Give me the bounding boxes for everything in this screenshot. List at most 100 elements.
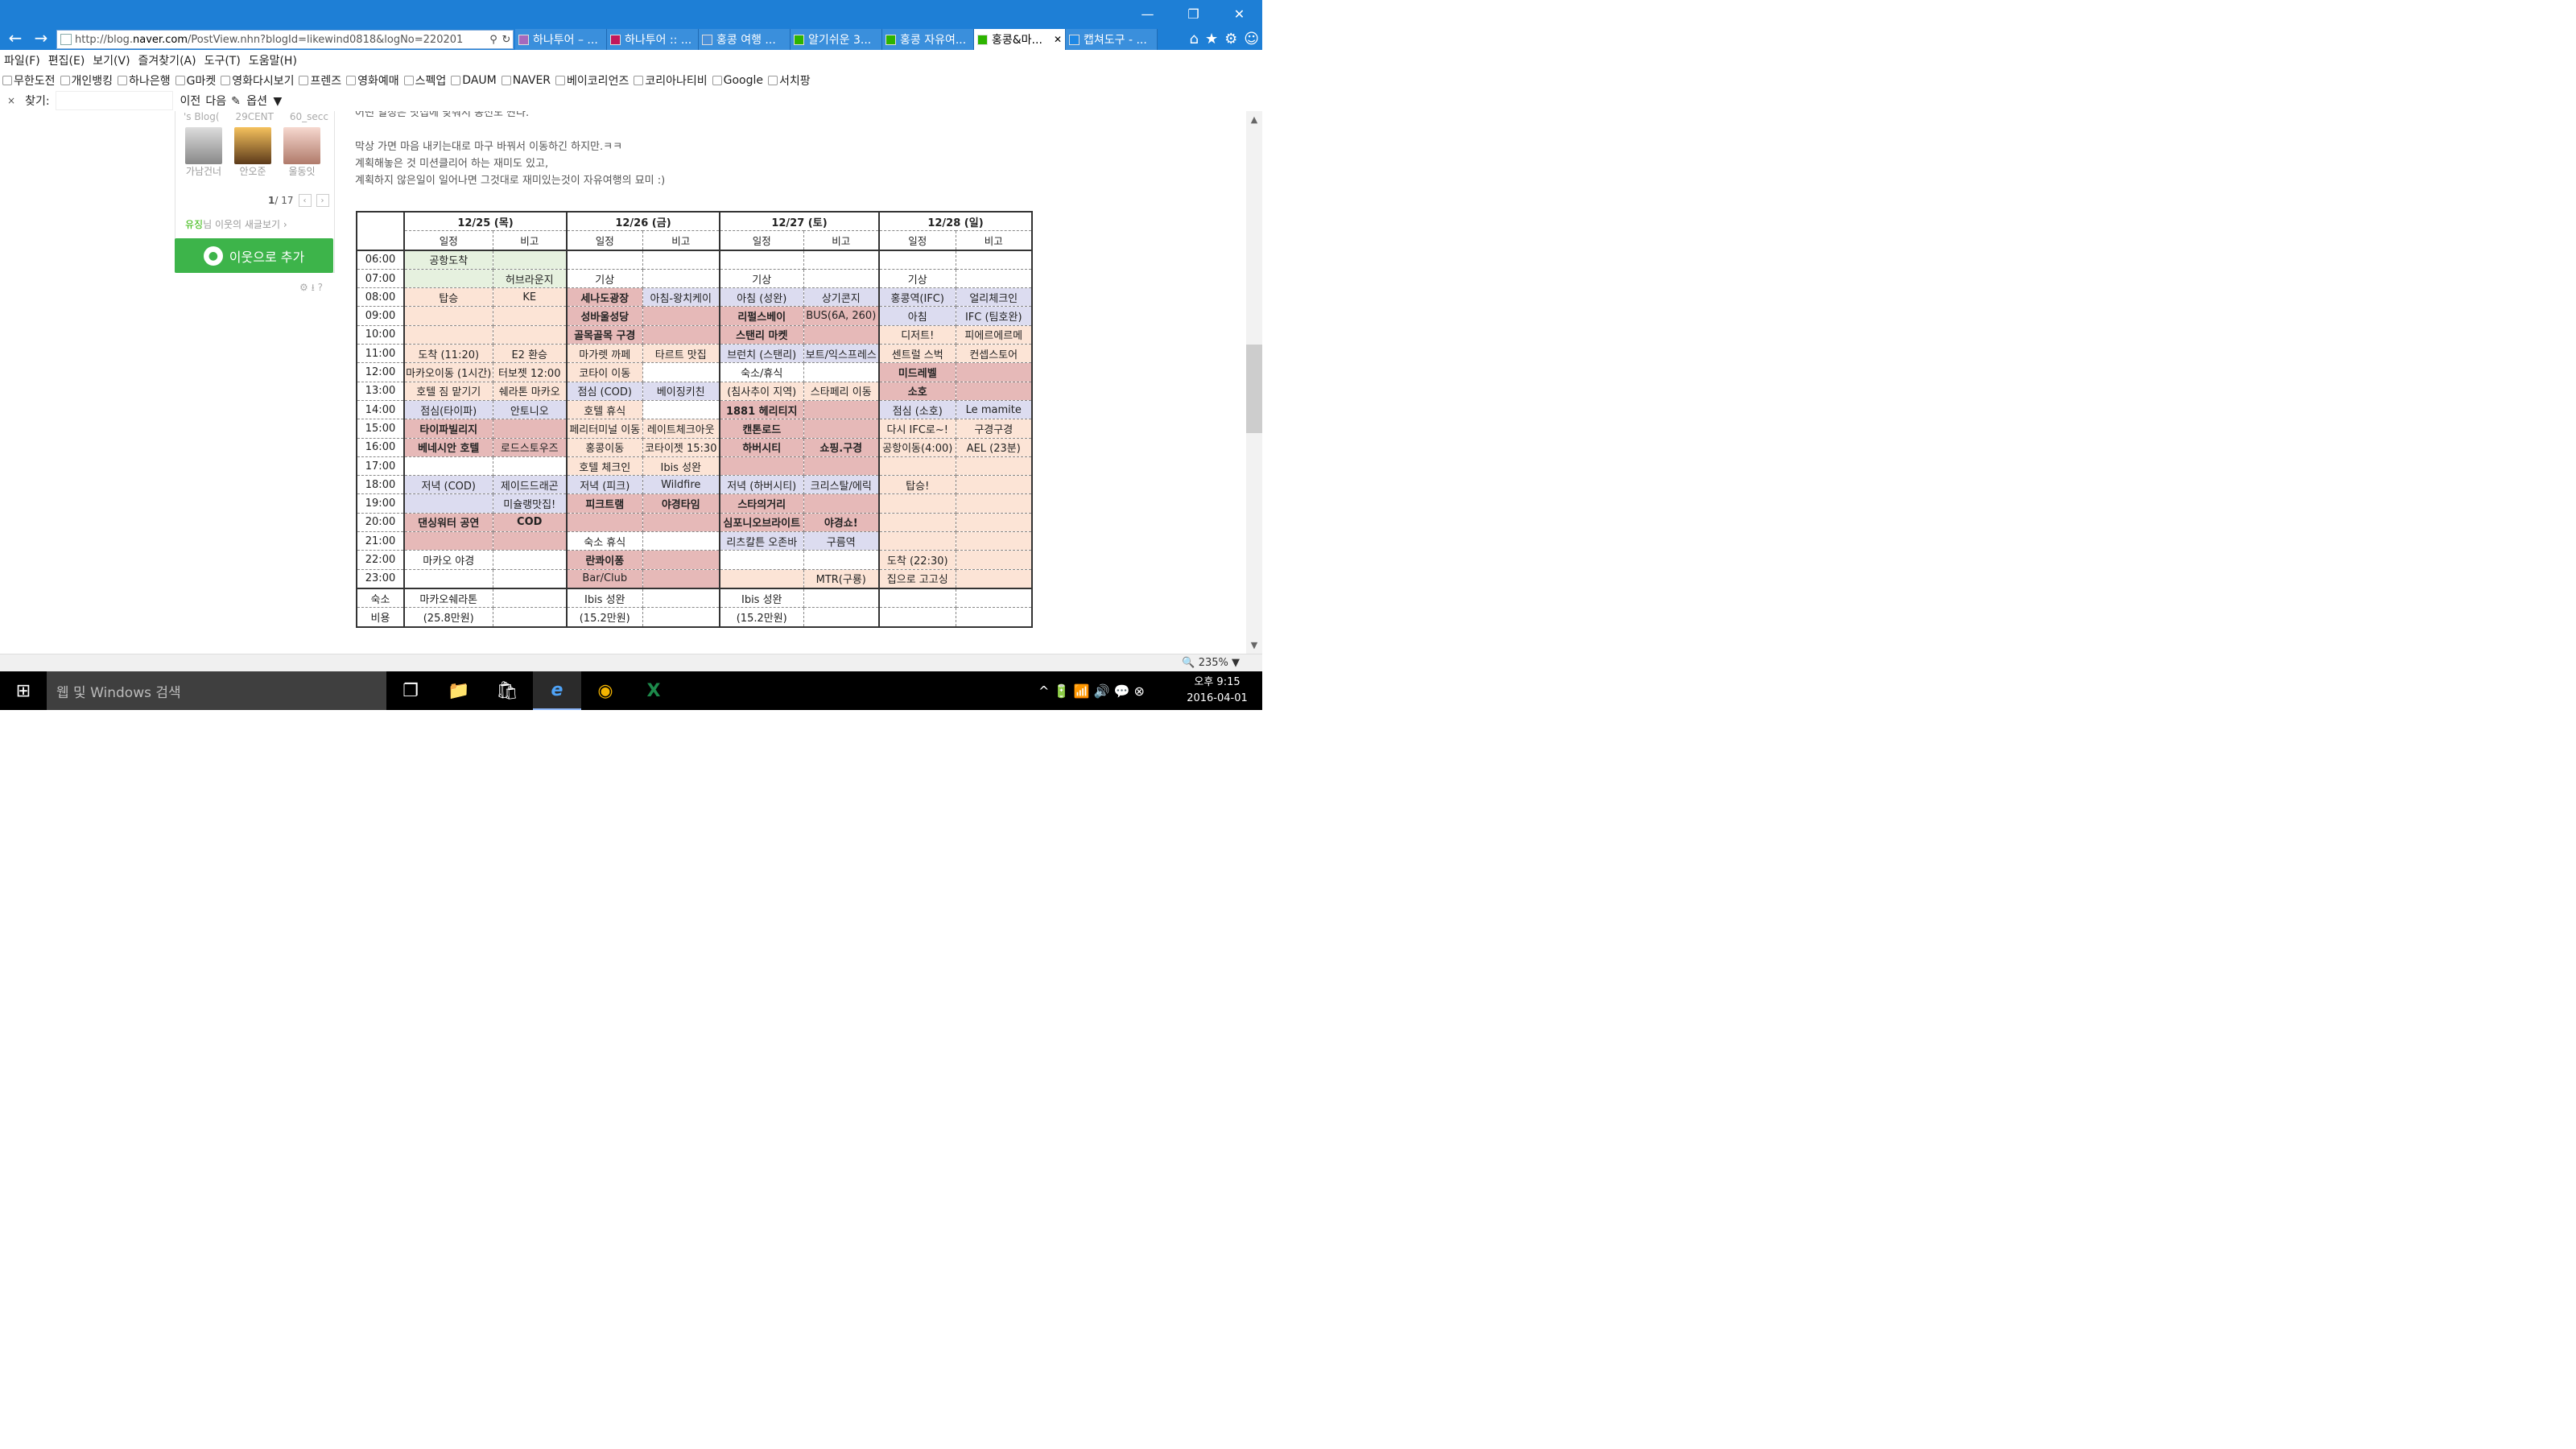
neighbor-avatar[interactable]: 가남건너 [185, 127, 222, 178]
menu-item[interactable]: 편집(E) [44, 52, 89, 68]
next-page-icon[interactable]: › [316, 194, 329, 207]
find-input[interactable] [55, 90, 173, 110]
neighbor-names-top: 's Blog( 29CENT 60_secc [184, 111, 328, 122]
chrome-icon[interactable]: ◉ [581, 671, 630, 710]
file-explorer-icon[interactable]: 📁 [435, 671, 483, 710]
tab-close-icon[interactable]: ✕ [1054, 34, 1062, 45]
schedule-row: 19:00 미슐랭맛집! 피크트램 야경타임 스타의거리 [356, 493, 1033, 514]
scroll-down-icon[interactable]: ▼ [1246, 640, 1262, 650]
browser-tab[interactable]: 캡쳐도구 - ... [1066, 29, 1158, 50]
footer-row: 숙소 마카오쉐라톤 Ibis 성완 Ibis 성완 [356, 587, 1033, 609]
internet-explorer-icon[interactable]: e [533, 671, 581, 710]
plan-cell: 기상 [719, 268, 804, 289]
back-arrow-icon[interactable]: ← [5, 27, 26, 48]
vertical-scrollbar[interactable]: ▲ ▼ [1246, 111, 1262, 654]
browser-tab[interactable]: 알기쉬운 3... [791, 29, 882, 50]
recent-posts-link[interactable]: 유징님 이웃의 새글보기 › [185, 217, 287, 231]
favorite-link[interactable]: 베이코리언즈 [553, 72, 631, 89]
clock[interactable]: 오후 9:15 2016-04-01 [1180, 675, 1254, 707]
tab-favicon-icon [794, 34, 804, 45]
scroll-up-icon[interactable]: ▲ [1246, 114, 1262, 125]
favorite-link[interactable]: 영화예매 [344, 72, 402, 89]
favorite-link[interactable]: 스펙업 [402, 72, 449, 89]
search-icon[interactable]: ⚲ [487, 34, 500, 46]
minimize-icon[interactable]: — [1125, 0, 1170, 27]
feedback-smile-icon[interactable]: ☺ [1244, 31, 1259, 47]
find-next-button[interactable]: 다음 [203, 93, 229, 109]
taskbar-search[interactable]: 웹 및 Windows 검색 [47, 671, 386, 710]
menu-item[interactable]: 즐겨찾기(A) [134, 52, 200, 68]
favorite-link[interactable]: DAUM [448, 74, 498, 87]
favorite-link[interactable]: 코리아나티비 [631, 72, 709, 89]
neighbor-avatar[interactable]: 안오준 [234, 127, 271, 178]
page-icon [60, 34, 72, 45]
scroll-thumb[interactable] [1246, 345, 1262, 433]
schedule-row: 20:00 댄싱워터 공연 COD 심포니오브라이트 야경쇼! [356, 512, 1033, 533]
add-neighbor-button[interactable]: ● 이웃으로 추가 [175, 238, 333, 273]
avatar[interactable] [185, 127, 222, 164]
find-prev-button[interactable]: 이전 [178, 93, 204, 109]
menu-item[interactable]: 보기(V) [89, 52, 134, 68]
avatar[interactable] [234, 127, 271, 164]
avatar[interactable] [283, 127, 320, 164]
favorite-label: 영화예매 [357, 74, 399, 88]
day-header: 12/27 (토) [719, 211, 880, 232]
taskbar: ⊞ 웹 및 Windows 검색 ❐ 📁 🛍 e ◉ X ^ 🔋 📶 🔊 💬 ⊗… [0, 671, 1262, 710]
time-cell: 10:00 [356, 324, 405, 345]
note-cell: 쉐라톤 마카오 [492, 381, 568, 401]
home-icon[interactable]: ⌂ [1190, 31, 1199, 47]
system-tray[interactable]: ^ 🔋 📶 🔊 💬 ⊗ [1038, 671, 1145, 710]
forward-arrow-icon[interactable]: → [31, 27, 52, 48]
menu-item[interactable]: 도구(T) [200, 52, 245, 68]
favorite-link[interactable]: Google [710, 74, 766, 87]
refresh-icon[interactable]: ↻ [500, 34, 513, 46]
close-icon[interactable]: ✕ [1216, 0, 1262, 27]
note-cell [642, 362, 720, 382]
find-close-icon[interactable]: × [5, 95, 18, 106]
favorite-link[interactable]: 서치팡 [766, 72, 813, 89]
task-view-icon[interactable]: ❐ [386, 671, 435, 710]
tab-label: 하나투어 :: ... [625, 34, 692, 47]
browser-tab[interactable]: 홍콩&마... ✕ [974, 29, 1066, 50]
browser-tab[interactable]: 홍콩 자유여... [882, 29, 974, 50]
plan-cell: 호텔 짐 맡기기 [403, 381, 493, 401]
settings-gear-icon[interactable]: ⚙ [1224, 31, 1237, 47]
favorites-star-icon[interactable]: ★ [1205, 31, 1218, 47]
favorite-link[interactable]: G마켓 [173, 72, 219, 89]
restore-icon[interactable]: ❐ [1170, 0, 1216, 27]
address-bar[interactable]: http://blog.naver.com/PostView.nhn?blogI… [56, 30, 514, 49]
favorite-link[interactable]: 무한도전 [0, 72, 58, 89]
menu-item[interactable]: 도움말(H) [245, 52, 301, 68]
favorite-link[interactable]: 하나은행 [115, 72, 173, 89]
footer-cell: Ibis 성완 [719, 587, 804, 609]
time-cell: 08:00 [356, 287, 405, 308]
plan-cell: 집으로 고고싱 [878, 568, 956, 589]
browser-tab[interactable]: 하나투어 :: ... [607, 29, 699, 50]
favorite-link[interactable]: 프렌즈 [296, 72, 344, 89]
note-cell [955, 381, 1033, 401]
find-options-button[interactable]: ✎ 옵션 ▼ [229, 93, 284, 109]
tab-favicon-icon [1069, 34, 1080, 45]
neighbor-avatar[interactable]: 울동잇 [283, 127, 320, 178]
widget-tools[interactable]: ⚙ ⭳ ? [299, 280, 323, 297]
footer-cell [642, 607, 720, 628]
zoom-level[interactable]: 🔍 235% ▼ [1182, 657, 1240, 669]
browser-tab[interactable]: 홍콩 여행 ... [699, 29, 791, 50]
plan-cell: 페리터미널 이동 [566, 419, 643, 439]
plan-cell: 세나도광장 [566, 287, 643, 308]
favorite-label: NAVER [512, 73, 551, 87]
favorite-link[interactable]: 개인뱅킹 [58, 72, 116, 89]
windows-start-icon[interactable]: ⊞ [0, 671, 47, 710]
plan-cell: 도착 (22:30) [878, 550, 956, 570]
excel-icon[interactable]: X [630, 671, 678, 710]
menu-item[interactable]: 파일(F) [0, 52, 44, 68]
browser-tab[interactable]: 하나투어 – ... [515, 29, 607, 50]
plan-cell: 마가렛 까페 [566, 344, 643, 364]
prev-page-icon[interactable]: ‹ [298, 194, 312, 207]
address-url[interactable]: http://blog.naver.com/PostView.nhn?blogI… [75, 34, 487, 46]
favorite-link[interactable]: NAVER [499, 74, 553, 87]
plan-cell: 홍콩역(IFC) [878, 287, 956, 308]
note-cell [955, 249, 1033, 270]
favorite-link[interactable]: 영화다시보기 [218, 72, 296, 89]
store-icon[interactable]: 🛍 [483, 671, 531, 710]
